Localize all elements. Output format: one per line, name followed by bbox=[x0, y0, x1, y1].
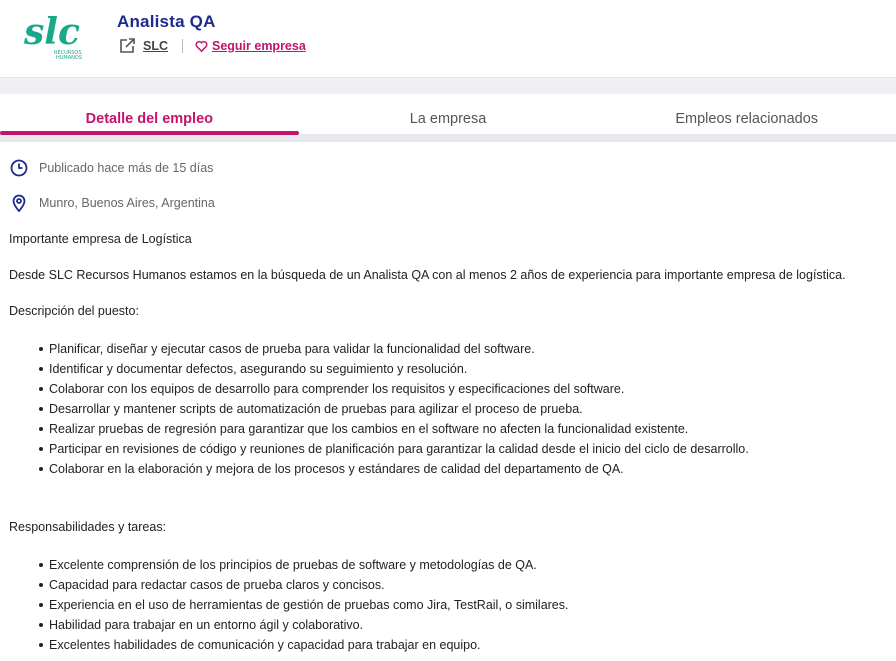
location-text: Munro, Buenos Aires, Argentina bbox=[39, 195, 215, 210]
list-item: Realizar pruebas de regresión para garan… bbox=[39, 419, 887, 439]
list-item: Desarrollar y mantener scripts de automa… bbox=[39, 399, 887, 419]
responsibilities-list: Excelente comprensión de los principios … bbox=[9, 555, 887, 655]
tab-related-jobs[interactable]: Empleos relacionados bbox=[597, 94, 896, 134]
external-link-icon[interactable] bbox=[118, 37, 136, 55]
list-item: Habilidad para trabajar en un entorno ág… bbox=[39, 615, 887, 635]
heart-icon[interactable] bbox=[195, 40, 208, 53]
tab-company[interactable]: La empresa bbox=[299, 94, 598, 134]
responsibilities-heading: Responsabilidades y tareas: bbox=[9, 520, 167, 534]
description-list: Planificar, diseñar y ejecutar casos de … bbox=[9, 339, 887, 479]
description-heading: Descripción del puesto: bbox=[9, 304, 139, 318]
clock-icon bbox=[9, 158, 29, 178]
tab-bar: Detalle del empleo La empresa Empleos re… bbox=[0, 94, 896, 142]
summary-text: Desde SLC Recursos Humanos estamos en la… bbox=[9, 268, 846, 282]
location-pin-icon bbox=[9, 193, 29, 213]
list-item: Colaborar con los equipos de desarrollo … bbox=[39, 379, 887, 399]
list-item: Participar en revisiones de código y reu… bbox=[39, 439, 887, 459]
divider bbox=[182, 39, 183, 53]
list-item: Planificar, diseñar y ejecutar casos de … bbox=[39, 339, 887, 359]
list-item: Excelentes habilidades de comunicación y… bbox=[39, 635, 887, 655]
list-item: Identificar y documentar defectos, asegu… bbox=[39, 359, 887, 379]
job-header: slc RECURSOS HUMANOS Analista QA SLC Seg… bbox=[0, 0, 896, 78]
posted-info: Publicado hace más de 15 días bbox=[9, 152, 887, 184]
list-item: Colaborar en la elaboración y mejora de … bbox=[39, 459, 887, 479]
section-gap bbox=[0, 78, 896, 94]
list-item: Capacidad para redactar casos de prueba … bbox=[39, 575, 887, 595]
intro-text: Importante empresa de Logística bbox=[9, 232, 192, 246]
list-item: Experiencia en el uso de herramientas de… bbox=[39, 595, 887, 615]
job-content: Publicado hace más de 15 días Munro, Bue… bbox=[0, 152, 896, 655]
tab-job-detail[interactable]: Detalle del empleo bbox=[0, 94, 299, 135]
svg-text:slc: slc bbox=[23, 11, 80, 53]
posted-text: Publicado hace más de 15 días bbox=[39, 161, 214, 175]
svg-text:HUMANOS: HUMANOS bbox=[56, 55, 82, 61]
company-logo[interactable]: slc RECURSOS HUMANOS bbox=[22, 8, 88, 62]
list-item: Excelente comprensión de los principios … bbox=[39, 555, 887, 575]
location-info: Munro, Buenos Aires, Argentina bbox=[9, 184, 887, 221]
follow-company-link[interactable]: Seguir empresa bbox=[212, 39, 306, 53]
job-title: Analista QA bbox=[117, 12, 216, 31]
company-row: SLC Seguir empresa bbox=[118, 37, 306, 55]
company-link[interactable]: SLC bbox=[143, 39, 168, 53]
